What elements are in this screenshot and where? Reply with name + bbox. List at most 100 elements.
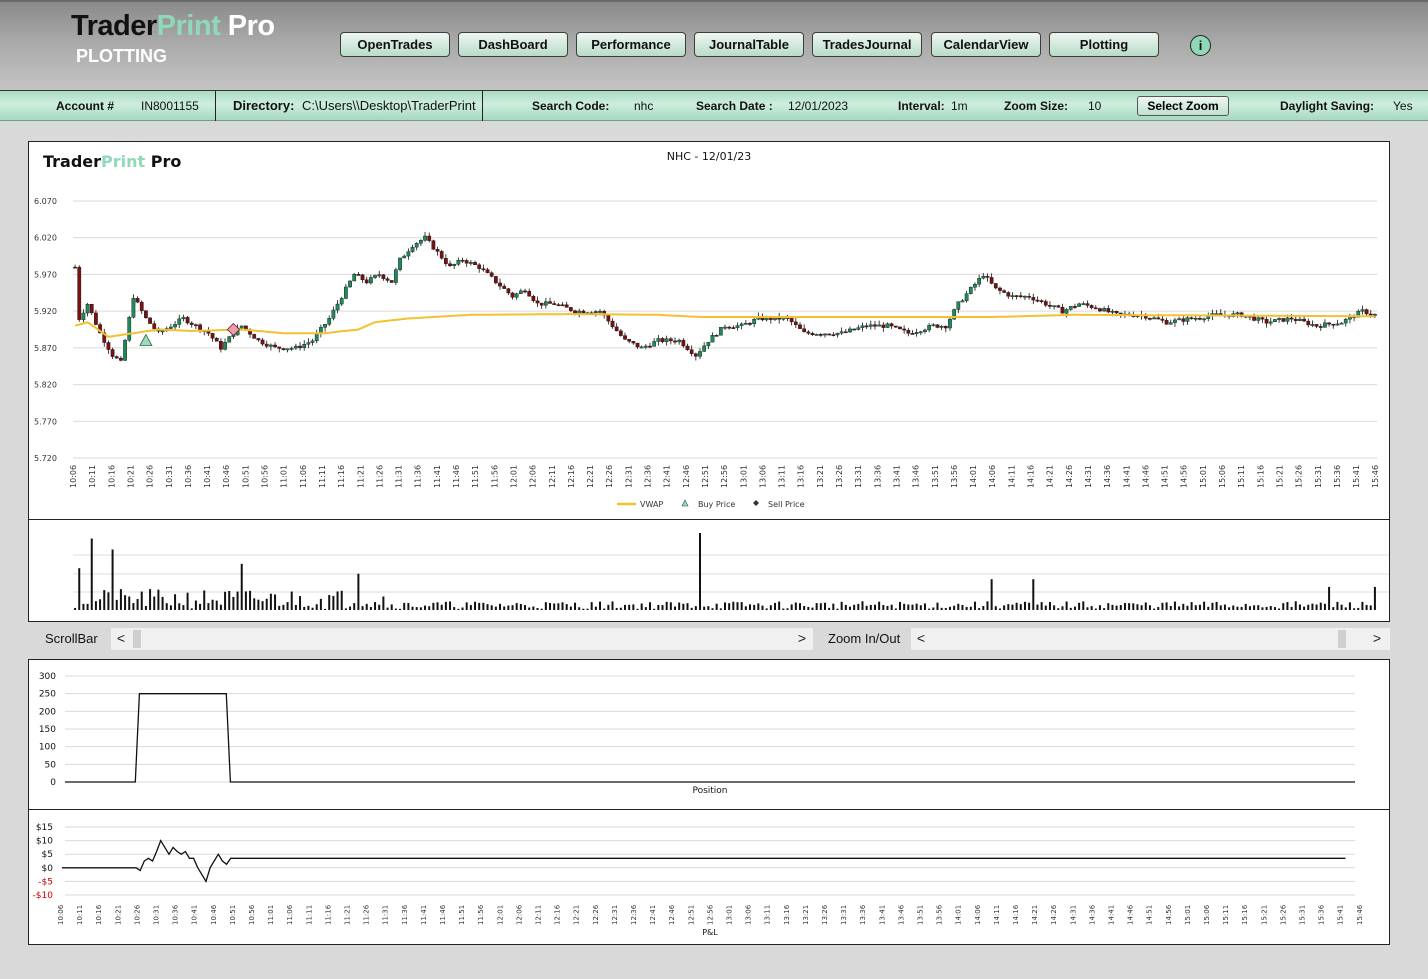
volume-bar	[628, 604, 631, 610]
candle-body	[144, 310, 148, 319]
candle-body	[1018, 295, 1023, 298]
volume-bar	[807, 606, 810, 610]
candle-body	[1077, 303, 1081, 307]
x-tick-label: 14:56	[1180, 465, 1189, 488]
x-tick-label: 15:36	[1318, 904, 1326, 925]
volume-bar	[1144, 602, 1147, 610]
candle-body	[1168, 322, 1173, 325]
volume-bar	[1078, 602, 1081, 610]
x-tick-label: 11:11	[305, 905, 313, 925]
candle-body	[377, 274, 382, 277]
volume-bar	[319, 598, 322, 610]
candle-body	[477, 264, 482, 269]
scroll-right-arrow[interactable]: >	[795, 630, 809, 646]
candle-body	[89, 303, 94, 314]
x-tick-label: 14:06	[974, 904, 982, 925]
y-tick-label: 5.720	[34, 454, 57, 463]
candle-body	[981, 275, 986, 279]
y-tick-label: 250	[39, 690, 56, 700]
nav-performance-button[interactable]: Performance	[576, 32, 686, 57]
nav-opentrades-button[interactable]: OpenTrades	[340, 32, 450, 57]
volume-bar	[499, 603, 502, 610]
volume-bar	[1069, 607, 1072, 610]
x-tick-label: 12:16	[554, 904, 562, 925]
nav-journaltable-button[interactable]: JournalTable	[694, 32, 804, 57]
volume-bar	[374, 602, 377, 610]
interval-field[interactable]: 1m	[951, 99, 968, 113]
nav-plotting-button[interactable]: Plotting	[1049, 32, 1159, 57]
nav-tradesjournal-button[interactable]: TradesJournal	[812, 32, 922, 57]
candle-body	[381, 274, 386, 279]
x-tick-label: 14:41	[1122, 465, 1131, 488]
x-tick-label: 12:36	[630, 904, 638, 925]
zoom-right-arrow[interactable]: >	[1370, 630, 1384, 646]
zoom-thumb[interactable]	[1338, 630, 1346, 648]
volume-bar	[1036, 604, 1039, 610]
candle-body	[485, 269, 490, 274]
volume-bar	[1111, 604, 1114, 610]
daylight-saving-value[interactable]: Yes	[1393, 99, 1413, 113]
volume-bar	[869, 604, 872, 610]
candle-body	[331, 309, 336, 319]
volume-bar	[815, 603, 818, 610]
directory-field[interactable]: C:\Users\\Desktop\TraderPrint P	[302, 98, 480, 113]
volume-bar	[907, 604, 910, 610]
time-scrollbar[interactable]: < >	[111, 628, 813, 650]
scroll-thumb[interactable]	[133, 630, 141, 648]
candle-body	[898, 326, 902, 330]
x-tick-label: 14:36	[1103, 465, 1112, 488]
volume-bar	[1298, 604, 1301, 610]
zoom-left-arrow[interactable]: <	[914, 630, 928, 646]
x-tick-label: 12:56	[720, 465, 729, 488]
volume-bar	[261, 601, 264, 610]
candle-body	[798, 324, 802, 329]
candle-body	[356, 274, 361, 276]
candle-body	[827, 333, 832, 336]
select-zoom-button[interactable]: Select Zoom	[1137, 96, 1229, 116]
zoom-size-field[interactable]: 10	[1088, 99, 1101, 113]
candle-body	[843, 331, 848, 334]
candle-body	[169, 326, 173, 329]
x-tick-label: 12:31	[624, 465, 633, 488]
scroll-left-arrow[interactable]: <	[114, 630, 128, 646]
search-date-field[interactable]: 12/01/2023	[788, 99, 848, 113]
x-tick-label: 14:21	[1031, 905, 1039, 925]
info-icon[interactable]: i	[1190, 35, 1211, 56]
candle-body	[1323, 322, 1327, 328]
search-code-field[interactable]: nhc	[634, 99, 653, 113]
volume-bar	[915, 603, 918, 610]
volume-bar	[649, 602, 652, 610]
volume-bar	[578, 607, 581, 610]
x-tick-label: 13:26	[835, 465, 844, 488]
candle-body	[85, 303, 90, 314]
candle-body	[893, 325, 898, 328]
x-tick-label: 13:31	[854, 465, 863, 488]
volume-bar	[278, 605, 281, 610]
x-tick-label: 11:21	[344, 905, 352, 925]
x-tick-label: 11:31	[382, 905, 390, 925]
candle-body	[548, 301, 552, 304]
volume-bar	[894, 608, 897, 610]
volume-bar	[603, 608, 606, 610]
nav-dashboard-button[interactable]: DashBoard	[458, 32, 568, 57]
volume-bar	[1015, 602, 1018, 610]
x-tick-label: 12:01	[509, 465, 518, 488]
candle-body	[656, 338, 661, 342]
x-tick-label: 14:26	[1050, 904, 1058, 925]
x-tick-label: 13:41	[878, 905, 886, 925]
candle-body	[1185, 317, 1190, 322]
nav-calendarview-button[interactable]: CalendarView	[931, 32, 1041, 57]
x-tick-label: 14:51	[1146, 905, 1154, 925]
volume-bar	[703, 606, 706, 610]
x-tick-label: 11:31	[395, 465, 404, 488]
volume-bar	[132, 603, 135, 610]
volume-bar	[140, 591, 143, 610]
legend-sell-swatch	[753, 500, 759, 506]
volume-bar	[294, 605, 297, 610]
candle-body	[1264, 318, 1269, 324]
candle-body	[610, 320, 615, 328]
candle-body	[1198, 318, 1202, 320]
y-tick-label: 5.820	[34, 381, 57, 390]
candle-body	[398, 257, 402, 270]
zoom-scrollbar[interactable]: < >	[911, 628, 1390, 650]
